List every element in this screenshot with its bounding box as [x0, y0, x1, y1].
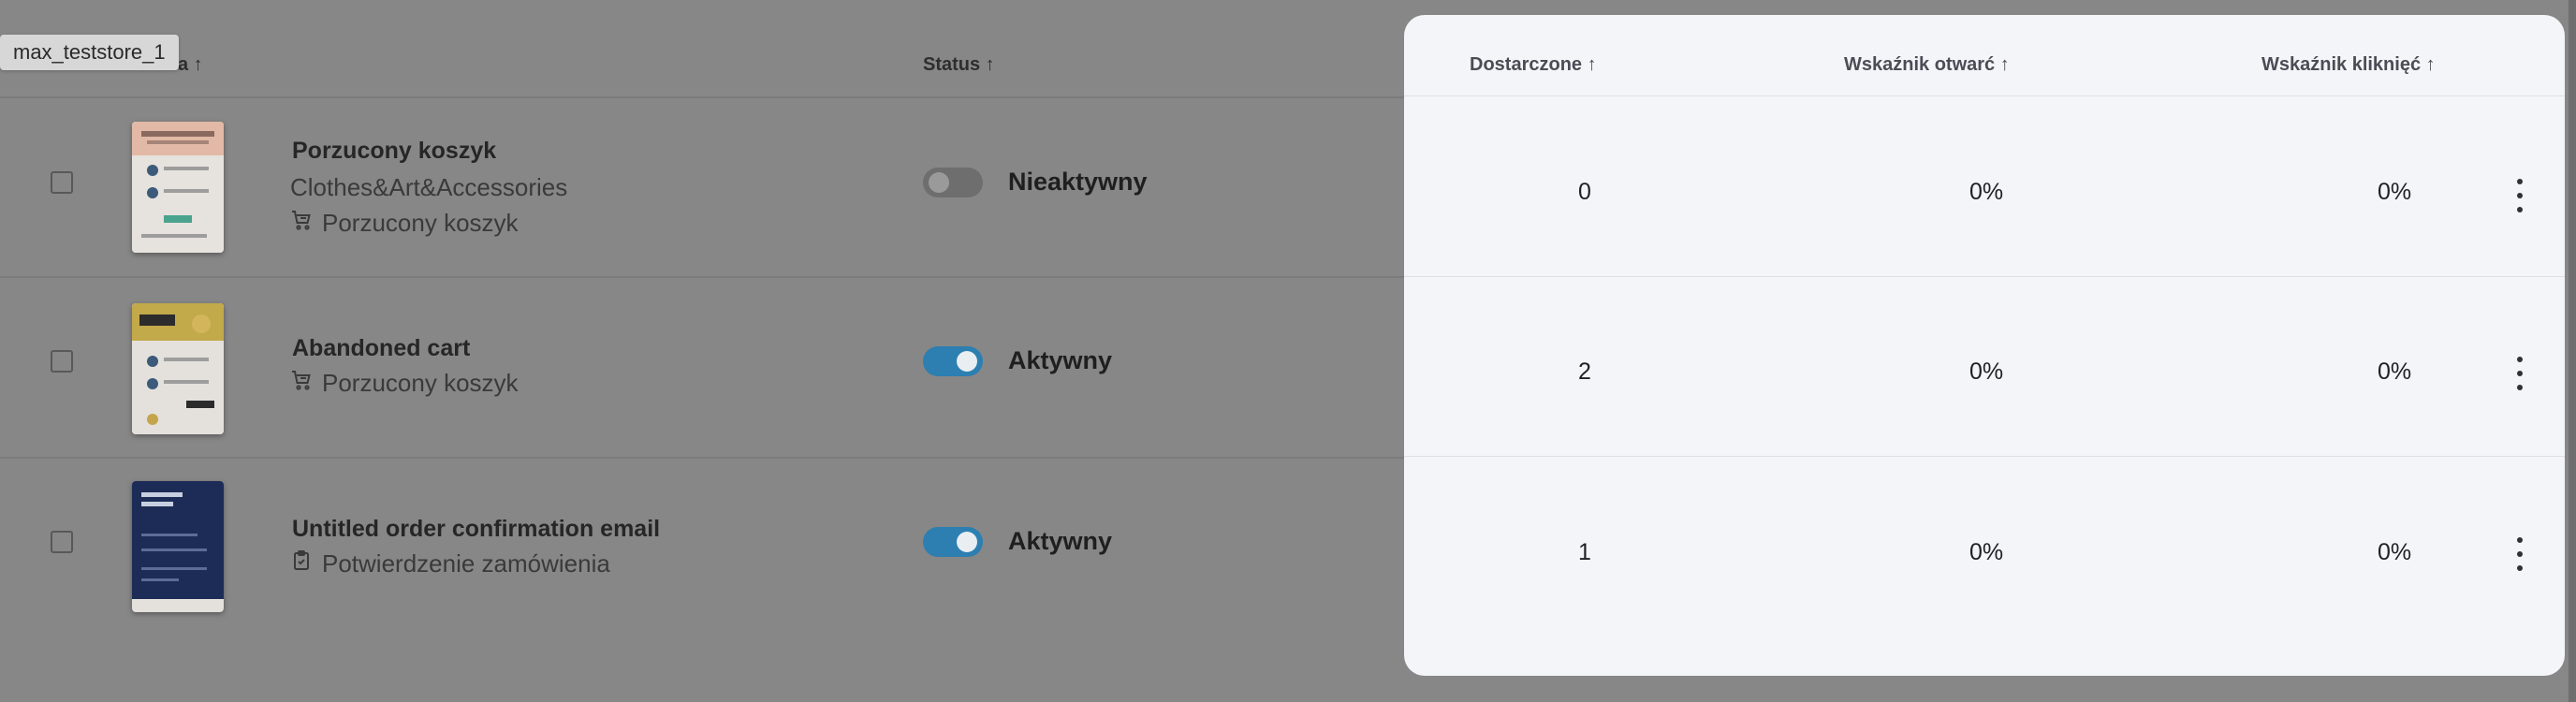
cart-icon: [290, 369, 313, 398]
row-title[interactable]: Porzucony koszyk: [292, 138, 496, 165]
open-rate-value: 0%: [1969, 179, 2004, 205]
email-thumbnail[interactable]: [132, 481, 224, 612]
open-rate-value: 0%: [1969, 539, 2004, 565]
email-thumbnail[interactable]: [132, 122, 224, 253]
more-options-icon[interactable]: [2509, 537, 2531, 571]
status-label: Aktywny: [1008, 346, 1113, 374]
row-type: Porzucony koszyk: [290, 209, 519, 238]
row-title[interactable]: Untitled order confirmation email: [292, 516, 660, 543]
click-rate-value: 0%: [2378, 539, 2412, 565]
status-toggle[interactable]: [923, 527, 983, 557]
row-title[interactable]: Abandoned cart: [292, 335, 470, 362]
more-options-icon[interactable]: [2509, 357, 2531, 390]
more-options-icon[interactable]: [2509, 179, 2531, 212]
table-row[interactable]: Abandoned cart Porzucony koszyk Aktywny: [0, 277, 1404, 459]
row-store-name: Clothes&Art&Accessories: [290, 173, 568, 201]
cart-icon: [290, 209, 313, 238]
table-row[interactable]: Untitled order confirmation email Potwie…: [0, 458, 1404, 637]
row-checkbox[interactable]: [51, 350, 73, 373]
row-type: Porzucony koszyk: [290, 369, 519, 398]
name-column-header[interactable]: a ↑: [178, 54, 203, 76]
table-row[interactable]: Porzucony koszyk Clothes&Art&Accessories…: [0, 96, 1404, 278]
status-label: Nieaktywny: [1008, 168, 1148, 196]
row-type: Potwierdzenie zamówienia: [290, 549, 610, 578]
open-rate-value: 0%: [1969, 358, 2004, 385]
delivered-value: 0: [1578, 179, 1591, 205]
metrics-row: 0 0% 0%: [1404, 95, 2565, 277]
row-checkbox[interactable]: [51, 171, 73, 194]
table-header: a ↑ Status ↑: [0, 0, 1404, 98]
click-rate-value: 0%: [2378, 179, 2412, 205]
delivered-value: 2: [1578, 358, 1591, 385]
open-rate-column-header[interactable]: Wskaźnik otwarć ↑: [1844, 54, 2010, 76]
metrics-row: 1 0% 0%: [1404, 457, 2565, 636]
store-name-tooltip: max_teststore_1: [0, 35, 179, 70]
status-label: Aktywny: [1008, 527, 1113, 555]
email-thumbnail[interactable]: [132, 303, 224, 434]
row-type-label: Porzucony koszyk: [322, 369, 519, 397]
clipboard-check-icon: [290, 549, 313, 578]
row-type-label: Porzucony koszyk: [322, 209, 519, 237]
status-toggle[interactable]: [923, 346, 983, 376]
metrics-row: 2 0% 0%: [1404, 276, 2565, 457]
delivered-column-header[interactable]: Dostarczone ↑: [1470, 54, 1597, 76]
click-rate-column-header[interactable]: Wskaźnik kliknięć ↑: [2261, 54, 2436, 76]
metrics-highlight-card: Dostarczone ↑ Wskaźnik otwarć ↑ Wskaźnik…: [1404, 15, 2565, 676]
click-rate-value: 0%: [2378, 358, 2412, 385]
row-type-label: Potwierdzenie zamówienia: [322, 549, 610, 578]
status-column-header[interactable]: Status ↑: [923, 54, 995, 76]
status-toggle[interactable]: [923, 168, 983, 197]
scrollbar[interactable]: [2569, 0, 2576, 702]
row-checkbox[interactable]: [51, 531, 73, 553]
delivered-value: 1: [1578, 539, 1591, 565]
